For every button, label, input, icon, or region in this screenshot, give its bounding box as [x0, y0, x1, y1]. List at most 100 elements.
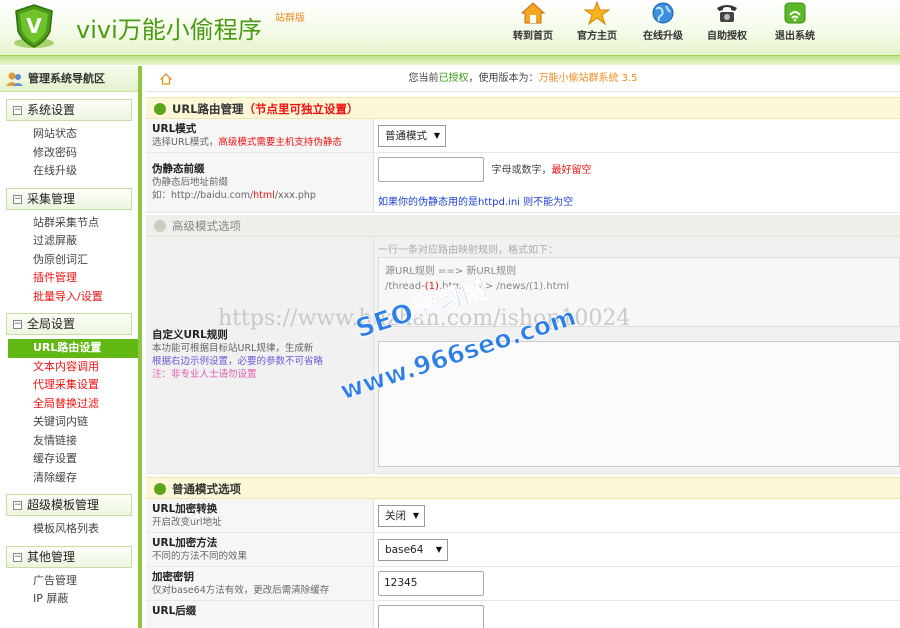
- field-desc: 本功能可根据目标站URL规律，生成新: [152, 343, 314, 354]
- sidebar-item-keyword-links[interactable]: 关键词内链: [0, 413, 138, 432]
- status-version: 万能小偷站群系统 3.5: [538, 73, 638, 84]
- sidebar-item-url-route[interactable]: URL路由设置: [8, 339, 138, 358]
- row-url-mode: URL模式 选择URL模式，高级模式需要主机支持伪静态 普通模式 ▼: [146, 119, 900, 153]
- nav-label: 自助授权: [707, 31, 747, 42]
- field-label: 伪静态前缀: [152, 163, 205, 175]
- sidebar-item-text-content[interactable]: 文本内容调用: [0, 358, 138, 377]
- url-mode-select[interactable]: 普通模式 ▼: [378, 125, 446, 147]
- group-label: 超级模板管理: [27, 498, 100, 512]
- select-value: 普通模式: [385, 130, 427, 142]
- sidebar-item-cache-settings[interactable]: 缓存设置: [0, 450, 138, 469]
- custom-url-rule-textarea[interactable]: [378, 341, 900, 467]
- bullet-icon: [154, 482, 166, 495]
- field-label: URL加密方法: [152, 537, 218, 549]
- nav-upgrade-button[interactable]: 在线升级: [632, 0, 694, 50]
- section-normal-mode: 普通模式选项: [146, 477, 900, 499]
- row-encrypt-key: 加密密钥 仅对base64方法有效，更改后需清除缓存 12345: [146, 567, 900, 601]
- sidebar-item-site-status[interactable]: 网站状态: [0, 125, 138, 144]
- telephone-icon: [717, 5, 737, 22]
- url-encrypt-select[interactable]: 关闭 ▼: [378, 505, 425, 527]
- exit-icon: [784, 2, 806, 24]
- row-value-cell: 字母或数字，最好留空 如果你的伪静态用的是httpd.ini 则不能为空: [375, 153, 900, 212]
- row-label-cell: URL模式 选择URL模式，高级模式需要主机支持伪静态: [146, 119, 374, 152]
- row-url-encrypt: URL加密转换 开启改变url地址 关闭 ▼: [146, 499, 900, 533]
- rule-format-title: 一行一条对应路由映射规则，格式如下：: [378, 245, 558, 256]
- users-icon: [6, 72, 23, 86]
- row-label-cell: 自定义URL规则 本功能可根据目标站URL规律，生成新 根据右边示例设置，必要的…: [146, 237, 374, 473]
- field-desc: 开启改变url地址: [152, 517, 222, 528]
- sidebar-group-templates[interactable]: − 超级模板管理: [6, 494, 132, 516]
- field-desc: 仅对base64方法有效，更改后需清除缓存: [152, 585, 330, 596]
- field-label: 自定义URL规则: [152, 329, 228, 341]
- sidebar-group-collect[interactable]: − 采集管理: [6, 187, 132, 210]
- field-label: 加密密钥: [152, 571, 194, 583]
- sidebar-item-online-upgrade[interactable]: 在线升级: [0, 162, 138, 181]
- sidebar-item-proxy-collect[interactable]: 代理采集设置: [0, 376, 138, 395]
- nav-official-button[interactable]: 官方主页: [566, 0, 628, 50]
- select-value: base64: [385, 544, 424, 556]
- field-example: 如：http://baidu.com/: [152, 190, 254, 201]
- sidebar-group-other[interactable]: − 其他管理: [6, 545, 132, 568]
- encrypt-method-select[interactable]: base64 ▼: [378, 539, 448, 561]
- sidebar-item-friend-links[interactable]: 友情链接: [0, 432, 138, 451]
- main-content: 您当前已授权，使用版本为：万能小偷站群系统 3.5 URL路由管理（节点里可独立…: [146, 66, 900, 628]
- url-suffix-input[interactable]: [378, 605, 484, 628]
- edition-badge: 站群版: [275, 13, 305, 24]
- section-title: 普通模式选项: [172, 482, 241, 496]
- row-encrypt-method: URL加密方法 不同的方法不同的效果 base64 ▼: [146, 533, 900, 567]
- nav-logout-button[interactable]: 退出系统: [764, 0, 826, 50]
- sidebar-item-filter-block[interactable]: 过滤屏蔽: [0, 232, 138, 251]
- hint-text: 字母或数字，: [491, 164, 552, 176]
- row-value-cell: base64 ▼: [375, 533, 900, 566]
- field-desc: 伪静态后地址前缀: [152, 177, 229, 188]
- nav-label: 官方主页: [577, 31, 617, 42]
- sidebar-item-ads[interactable]: 广告管理: [0, 572, 138, 591]
- field-desc-warning: 注：非专业人士请勿设置: [152, 369, 257, 380]
- sidebar-title-label: 管理系统导航区: [28, 72, 105, 85]
- status-authorized: 已授权: [438, 73, 469, 84]
- row-value-cell: 普通模式 ▼: [375, 119, 900, 152]
- dropdown-arrow-icon: ▼: [433, 131, 440, 140]
- collapse-icon: −: [13, 193, 22, 204]
- pseudo-prefix-hint: 字母或数字，最好留空: [492, 165, 592, 176]
- sidebar-item-template-list[interactable]: 模板风格列表: [0, 520, 138, 539]
- sidebar-item-plugins[interactable]: 插件管理: [0, 269, 138, 288]
- group-label: 全局设置: [27, 317, 76, 331]
- row-url-suffix: URL后缀: [146, 601, 900, 628]
- sidebar-group-system[interactable]: − 系统设置: [6, 99, 132, 121]
- row-label-cell: URL后缀: [146, 601, 374, 628]
- rule-example-tail: .html ==> /news/(1).html: [438, 281, 570, 292]
- sidebar-item-ip-block[interactable]: IP 屏蔽: [0, 590, 138, 609]
- row-label-cell: 伪静态前缀 伪静态后地址前缀 如：http://baidu.com/html/x…: [146, 153, 374, 212]
- section-url-route: URL路由管理（节点里可独立设置）: [146, 97, 900, 119]
- sidebar-item-change-password[interactable]: 修改密码: [0, 144, 138, 163]
- row-custom-url-rule: 自定义URL规则 本功能可根据目标站URL规律，生成新 根据右边示例设置，必要的…: [146, 237, 900, 474]
- sidebar-item-collect-nodes[interactable]: 站群采集节点: [0, 214, 138, 233]
- field-desc-warning: 高级模式需要主机支持伪静态: [218, 137, 342, 148]
- sidebar-item-clear-cache[interactable]: 清除缓存: [0, 469, 138, 488]
- nav-label: 转到首页: [513, 31, 553, 42]
- field-label: URL后缀: [152, 605, 197, 617]
- row-value-cell: [375, 601, 900, 628]
- collapse-icon: −: [13, 500, 22, 510]
- sidebar-title: 管理系统导航区: [0, 66, 138, 92]
- nav-label: 退出系统: [775, 31, 815, 42]
- sidebar-item-batch-import[interactable]: 批量导入/设置: [0, 288, 138, 307]
- pseudo-prefix-input[interactable]: [378, 157, 484, 182]
- nav-home-button[interactable]: 转到首页: [502, 0, 564, 50]
- nav-label: 在线升级: [643, 31, 683, 42]
- section-title: 高级模式选项: [172, 219, 241, 233]
- rule-example-param: (1): [424, 281, 439, 292]
- sidebar-group-global[interactable]: − 全局设置: [6, 313, 132, 335]
- app-title: vivi万能小偷程序: [76, 16, 262, 44]
- bullet-icon: [154, 219, 166, 232]
- status-bar: 您当前已授权，使用版本为：万能小偷站群系统 3.5: [146, 66, 900, 92]
- sidebar-item-global-replace[interactable]: 全局替换过滤: [0, 395, 138, 414]
- star-icon: [584, 0, 610, 26]
- encrypt-key-input[interactable]: 12345: [378, 571, 484, 596]
- sidebar-item-pseudo-words[interactable]: 伪原创词汇: [0, 251, 138, 270]
- home-icon[interactable]: [160, 73, 172, 85]
- nav-authorize-button[interactable]: 自助授权: [696, 0, 758, 50]
- status-prefix: 您当前: [408, 73, 439, 84]
- field-example-highlight: html: [253, 190, 275, 201]
